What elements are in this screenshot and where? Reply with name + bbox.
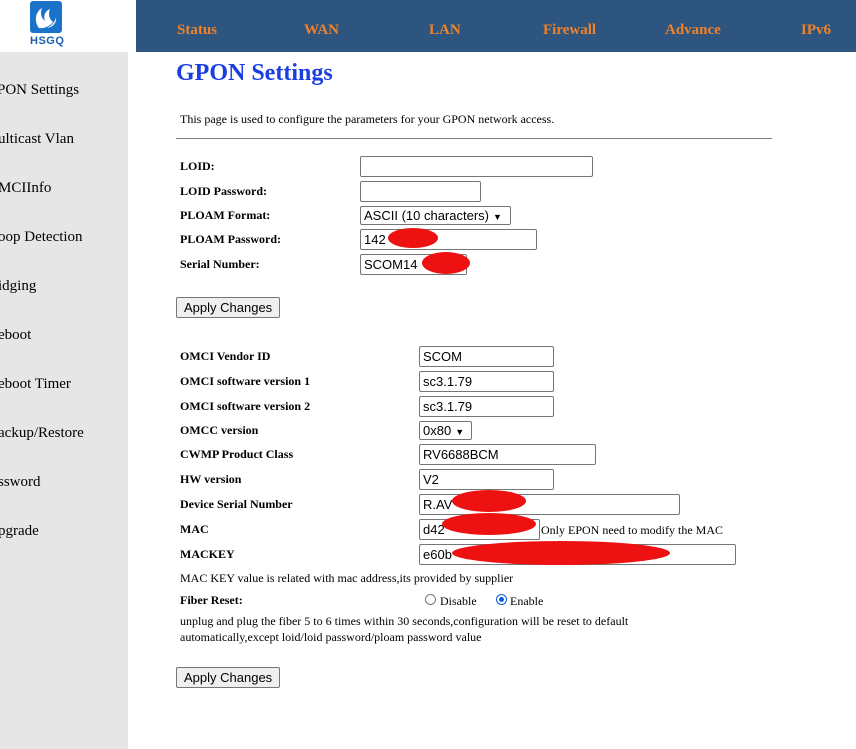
sidebar-item-omci-info[interactable]: MCIInfo bbox=[0, 180, 51, 197]
mackey-note: MAC KEY value is related with mac addres… bbox=[180, 571, 514, 585]
nav-wan[interactable]: WAN bbox=[304, 22, 339, 39]
chevron-down-icon: ▼ bbox=[455, 427, 465, 437]
sidebar-item-bridging[interactable]: idging bbox=[0, 278, 36, 295]
omcc-version-select[interactable]: 0x80 ▼ bbox=[419, 421, 472, 440]
omci-sw-version-2-label: OMCI software version 2 bbox=[180, 399, 311, 413]
hw-version-input[interactable]: V2 bbox=[419, 469, 554, 490]
loid-password-input[interactable] bbox=[360, 181, 481, 202]
sidebar-item-loop-detection[interactable]: oop Detection bbox=[0, 229, 83, 246]
nav-ipv6[interactable]: IPv6 bbox=[801, 22, 831, 39]
device-serial-number-label: Device Serial Number bbox=[180, 497, 293, 511]
mac-note: Only EPON need to modify the MAC bbox=[541, 523, 723, 537]
redaction-mark bbox=[422, 252, 470, 274]
divider bbox=[176, 138, 772, 139]
top-nav: Status WAN LAN Firewall Advance IPv6 bbox=[136, 0, 856, 52]
loid-password-label: LOID Password: bbox=[180, 184, 268, 198]
sidebar-item-upgrade[interactable]: pgrade bbox=[0, 523, 39, 540]
cwmp-product-class-label: CWMP Product Class bbox=[180, 447, 294, 461]
sidebar-item-password[interactable]: ssword bbox=[0, 474, 41, 491]
fiber-reset-enable-label: Enable bbox=[510, 594, 544, 608]
page-description: This page is used to configure the param… bbox=[180, 112, 555, 126]
redaction-mark bbox=[452, 490, 526, 512]
loid-input[interactable] bbox=[360, 156, 593, 177]
cwmp-product-class-input[interactable]: RV6688BCM bbox=[419, 444, 596, 465]
chevron-down-icon: ▼ bbox=[493, 212, 502, 222]
sidebar-item-gpon-settings[interactable]: PON Settings bbox=[0, 82, 79, 99]
ploam-format-label: PLOAM Format: bbox=[180, 208, 271, 222]
omcc-version-value: 0x80 bbox=[423, 423, 452, 438]
sidebar-item-reboot[interactable]: eboot bbox=[0, 327, 31, 344]
nav-firewall[interactable]: Firewall bbox=[543, 22, 596, 39]
hw-version-label: HW version bbox=[180, 472, 242, 486]
logo-icon bbox=[30, 1, 62, 33]
nav-status[interactable]: Status bbox=[177, 22, 217, 39]
fiber-reset-disable-radio[interactable] bbox=[425, 594, 436, 605]
omci-vendor-id-input[interactable]: SCOM bbox=[419, 346, 554, 367]
ploam-format-select[interactable]: ASCII (10 characters) ▼ bbox=[360, 206, 511, 225]
redaction-mark bbox=[388, 228, 438, 248]
ploam-password-label: PLOAM Password: bbox=[180, 232, 281, 246]
fiber-reset-label: Fiber Reset: bbox=[180, 593, 243, 607]
mac-label: MAC bbox=[180, 522, 209, 536]
serial-number-label: Serial Number: bbox=[180, 257, 260, 271]
sidebar-item-reboot-timer[interactable]: eboot Timer bbox=[0, 376, 71, 393]
fiber-reset-note-line-2: automatically,except loid/loid password/… bbox=[180, 630, 482, 644]
apply-changes-button-omci[interactable]: Apply Changes bbox=[176, 667, 281, 688]
nav-lan[interactable]: LAN bbox=[429, 22, 461, 39]
sidebar-item-backup-restore[interactable]: ackup/Restore bbox=[0, 425, 84, 442]
mackey-label: MACKEY bbox=[180, 547, 235, 561]
sidebar: PON Settings ulticast Vlan MCIInfo oop D… bbox=[0, 52, 128, 749]
redaction-mark bbox=[442, 513, 536, 535]
brand-logo: HSGQ bbox=[0, 0, 136, 52]
omci-sw-version-1-input[interactable]: sc3.1.79 bbox=[419, 371, 554, 392]
ploam-format-value: ASCII (10 characters) bbox=[364, 208, 489, 223]
omci-sw-version-2-input[interactable]: sc3.1.79 bbox=[419, 396, 554, 417]
fiber-reset-disable-label: Disable bbox=[440, 594, 477, 608]
fiber-reset-enable-radio[interactable] bbox=[496, 594, 507, 605]
brand-name: HSGQ bbox=[30, 35, 65, 47]
sidebar-item-multicast-vlan[interactable]: ulticast Vlan bbox=[0, 131, 74, 148]
loid-label: LOID: bbox=[180, 159, 215, 173]
ploam-password-input[interactable]: 142 bbox=[360, 229, 537, 250]
page-title: GPON Settings bbox=[176, 60, 333, 86]
omci-sw-version-1-label: OMCI software version 1 bbox=[180, 374, 311, 388]
omci-vendor-id-label: OMCI Vendor ID bbox=[180, 349, 271, 363]
redaction-mark bbox=[452, 541, 670, 565]
nav-advance[interactable]: Advance bbox=[665, 22, 721, 39]
fiber-reset-note-line-1: unplug and plug the fiber 5 to 6 times w… bbox=[180, 614, 629, 628]
omcc-version-label: OMCC version bbox=[180, 423, 259, 437]
apply-changes-button[interactable]: Apply Changes bbox=[176, 297, 281, 318]
